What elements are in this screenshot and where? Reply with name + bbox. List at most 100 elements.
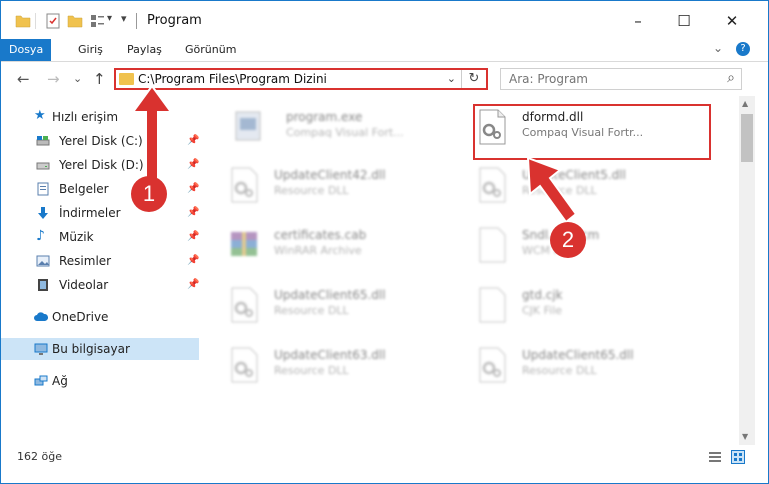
exe-icon [235, 111, 261, 141]
file-type: Resource DLL [274, 184, 349, 197]
file-name: certificates.cab [274, 228, 367, 242]
file-type: Compaq Visual Fort... [286, 126, 404, 139]
pin-icon: 📌 [187, 255, 200, 266]
file-item[interactable]: program.exe Compaq Visual Fort... [232, 102, 472, 152]
file-item[interactable]: certificates.cab WinRAR Archive [228, 220, 468, 270]
videos-icon [38, 279, 48, 291]
sidebar-item-network[interactable]: Ağ [1, 370, 201, 392]
pin-icon: 📌 [187, 207, 200, 218]
documents-icon [37, 182, 49, 196]
search-input[interactable] [507, 71, 711, 87]
navigation-bar: ← → ⌄ ↑ C:\Program Files\Program Dizini … [1, 62, 768, 96]
highlight-box-dll [473, 104, 711, 160]
file-name: UpdateClient65.dll [274, 288, 386, 302]
sidebar-item-quick-access[interactable]: ★ Hızlı erişim [1, 106, 201, 128]
properties-icon[interactable] [45, 13, 61, 29]
file-item[interactable]: UpdateClient63.dll Resource DLL [228, 340, 468, 390]
title-separator [136, 13, 137, 29]
scroll-down-icon[interactable]: ▼ [742, 432, 748, 441]
dll-gear-icon [479, 167, 506, 203]
file-name: program.exe [286, 110, 363, 124]
file-item[interactable]: Sndl...6.wcm WCM File [476, 220, 716, 270]
help-icon[interactable]: ? [736, 42, 750, 56]
forward-button[interactable]: → [47, 70, 60, 88]
music-icon: ♪ [36, 228, 45, 244]
sidebar-item-downloads[interactable]: İndirmeler 📌 [1, 202, 201, 224]
sidebar-item-label: OneDrive [52, 310, 109, 324]
pin-icon: 📌 [187, 135, 200, 146]
network-icon [34, 375, 48, 386]
sidebar-item-documents[interactable]: Belgeler 📌 [1, 178, 201, 200]
downloads-icon [38, 207, 48, 219]
dll-gear-icon [479, 347, 506, 383]
sidebar-item-label: Hızlı erişim [52, 110, 119, 124]
sidebar-item-disk-d[interactable]: Yerel Disk (D:) 📌 [1, 154, 201, 176]
sidebar-item-label: Bu bilgisayar [52, 342, 130, 356]
sidebar-item-label: Resimler [59, 254, 112, 268]
file-item[interactable]: UpdateClient42.dll Resource DLL [228, 160, 468, 210]
blank-file-icon [479, 227, 506, 263]
file-item[interactable]: UpdateClient5.dll Resource DLL [476, 160, 716, 210]
tab-paylas[interactable]: Paylaş [127, 39, 162, 61]
refresh-button[interactable]: ↻ [461, 70, 486, 88]
minimize-button[interactable]: – [615, 7, 661, 35]
sidebar-item-label: Yerel Disk (C:) [59, 134, 143, 148]
search-icon[interactable]: ⌕ [727, 70, 735, 86]
sidebar-item-music[interactable]: ♪ Müzik 📌 [1, 226, 201, 248]
step-badge-2: 2 [550, 222, 586, 258]
up-button[interactable]: ↑ [93, 70, 106, 88]
dll-gear-icon [231, 287, 258, 323]
file-name: UpdateClient5.dll [522, 168, 626, 182]
file-name: UpdateClient65.dll [522, 348, 634, 362]
details-view-icon[interactable] [709, 451, 721, 463]
close-button[interactable]: ✕ [709, 7, 755, 35]
status-bar: 162 öğe [1, 445, 768, 469]
dll-gear-icon [231, 167, 258, 203]
sidebar-item-videos[interactable]: Videolar 📌 [1, 274, 201, 296]
pin-icon: 📌 [187, 183, 200, 194]
file-item[interactable]: UpdateClient65.dll Resource DLL [228, 280, 468, 330]
title-bar: ▾ ▾ Program – ☐ ✕ [1, 1, 768, 41]
search-box[interactable]: ⌕ [500, 68, 742, 90]
sidebar-item-onedrive[interactable]: OneDrive [1, 306, 201, 328]
scrollbar-thumb[interactable] [741, 114, 753, 162]
tab-dosya[interactable]: Dosya [1, 39, 51, 61]
new-folder-icon[interactable] [67, 13, 83, 29]
address-path[interactable]: C:\Program Files\Program Dizini [138, 72, 327, 86]
sidebar-item-this-pc[interactable]: Bu bilgisayar [1, 338, 199, 360]
file-name: UpdateClient63.dll [274, 348, 386, 362]
customize-toolbar-icon[interactable]: ▾ [121, 12, 127, 25]
chevron-down-icon[interactable]: ▾ [107, 13, 112, 24]
sidebar-item-pictures[interactable]: Resimler 📌 [1, 250, 201, 272]
address-bar[interactable]: C:\Program Files\Program Dizini ⌄ ↻ [114, 68, 488, 90]
navigation-pane: ★ Hızlı erişim Yerel Disk (C:) 📌 Yerel D… [1, 100, 205, 440]
tab-gorunum[interactable]: Görünüm [185, 39, 236, 61]
recent-locations-button[interactable]: ⌄ [73, 72, 82, 85]
file-item[interactable]: gtd.cjk CJK File [476, 280, 716, 330]
file-type: Resource DLL [522, 184, 597, 197]
sidebar-item-label: İndirmeler [59, 206, 121, 220]
folder-icon [119, 73, 134, 85]
scroll-up-icon[interactable]: ▲ [742, 99, 748, 108]
view-options-icon[interactable] [89, 13, 105, 29]
dll-gear-icon [231, 347, 258, 383]
tab-giris[interactable]: Giriş [78, 39, 103, 61]
step-badge-1: 1 [131, 176, 167, 212]
back-button[interactable]: ← [17, 70, 30, 88]
vertical-scrollbar[interactable]: ▲ ▼ [739, 96, 755, 446]
window-title: Program [147, 13, 202, 28]
address-dropdown-icon[interactable]: ⌄ [447, 72, 456, 85]
file-item[interactable]: UpdateClient65.dll Resource DLL [476, 340, 716, 390]
maximize-button[interactable]: ☐ [661, 7, 707, 35]
sidebar-item-label: Videolar [59, 278, 109, 292]
file-type: WinRAR Archive [274, 244, 362, 257]
large-icons-view-icon[interactable] [731, 450, 745, 464]
explorer-window: ▾ ▾ Program – ☐ ✕ Dosya Giriş Paylaş Gör… [0, 0, 769, 484]
pin-icon: 📌 [187, 159, 200, 170]
file-name: UpdateClient42.dll [274, 168, 386, 182]
sidebar-item-label: Yerel Disk (D:) [59, 158, 144, 172]
folder-icon [15, 15, 31, 28]
expand-ribbon-icon[interactable]: ⌄ [713, 41, 723, 55]
sidebar-item-disk-c[interactable]: Yerel Disk (C:) 📌 [1, 130, 201, 152]
drive-icon [36, 162, 50, 170]
